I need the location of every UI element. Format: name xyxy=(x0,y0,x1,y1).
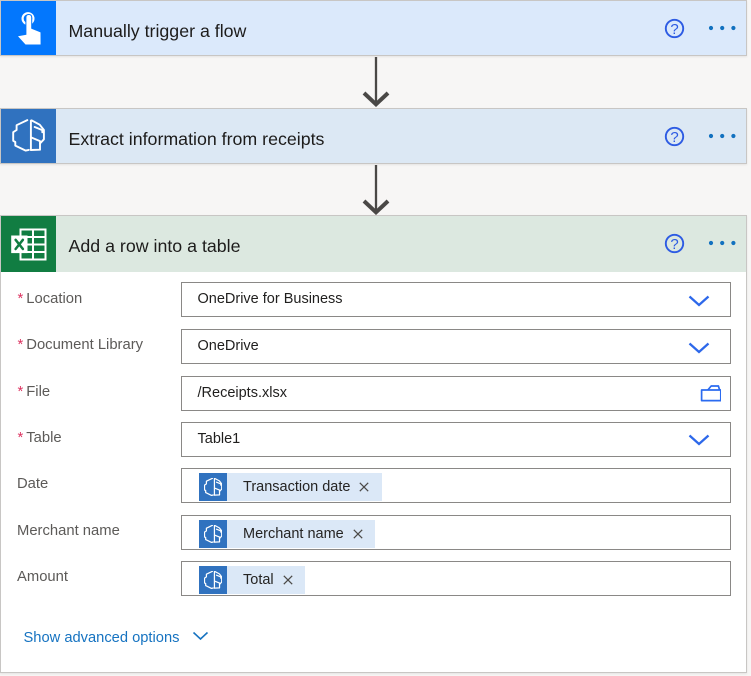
svg-text:?: ? xyxy=(670,21,678,38)
svg-text:?: ? xyxy=(670,236,678,253)
svg-text:?: ? xyxy=(670,129,678,146)
